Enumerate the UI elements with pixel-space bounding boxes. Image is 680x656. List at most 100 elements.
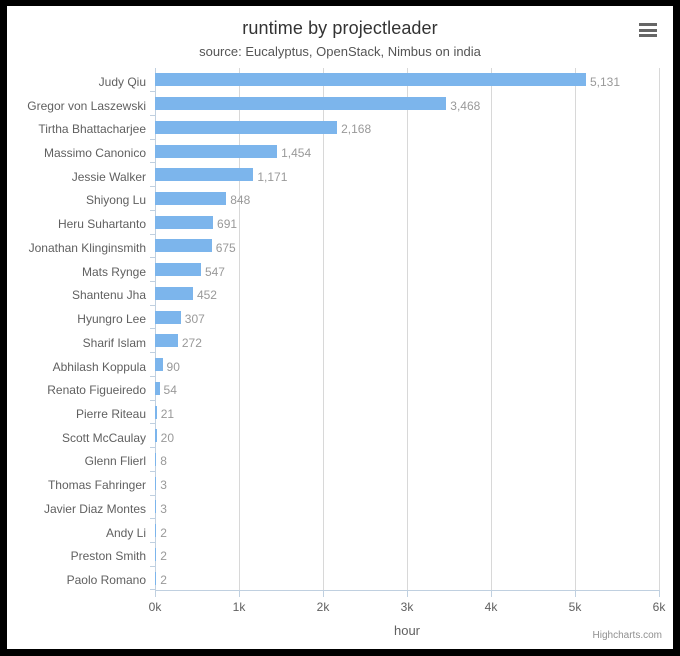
x-axis-tick <box>239 591 240 597</box>
category-label: Glenn Flierl <box>84 454 146 469</box>
bar-row: Preston Smith 2 <box>71 543 659 567</box>
bar-row: Andy Li 2 <box>106 519 659 544</box>
x-axis-tick-label: 6k <box>652 600 666 614</box>
x-axis-tick <box>407 591 408 597</box>
category-label: Paolo Romano <box>66 573 146 588</box>
bar-value-label: 2 <box>160 573 167 588</box>
x-axis-title: hour <box>393 623 421 638</box>
chart-subtitle: source: Eucalyptus, OpenStack, Nimbus on… <box>199 44 481 59</box>
category-label: Jonathan Klinginsmith <box>28 240 146 255</box>
bar-value-label: 272 <box>181 335 202 350</box>
x-axis-tick-label: 3k <box>400 600 414 614</box>
bar[interactable] <box>155 239 212 253</box>
bar[interactable] <box>155 120 338 134</box>
category-label: Thomas Fahringer <box>47 478 146 493</box>
bar-row: Jonathan Klinginsmith 675 <box>29 234 659 259</box>
x-axis-tick <box>491 591 492 597</box>
bar-row: Shantenu Jha 452 <box>72 282 659 306</box>
x-axis-tick-label: 1k <box>232 600 246 614</box>
bar-row: Renato Figueiredo 54 <box>47 376 659 401</box>
bar-value-label: 3,468 <box>450 98 481 113</box>
bar[interactable] <box>155 286 193 300</box>
category-label: Hyungro Lee <box>77 312 146 327</box>
bar-value-label: 5,131 <box>590 74 621 89</box>
bar[interactable] <box>155 310 181 324</box>
bar[interactable] <box>155 452 157 466</box>
bar-row: Shiyong Lu 848 <box>86 187 659 211</box>
chart-title: runtime by projectleader <box>242 18 438 38</box>
bar[interactable] <box>155 73 586 87</box>
bar-value-label: 2 <box>160 525 167 540</box>
bar[interactable] <box>155 144 278 158</box>
bar[interactable] <box>155 191 227 205</box>
bar-value-label: 1,454 <box>281 146 312 161</box>
bar[interactable] <box>155 168 254 182</box>
bar-row: Mats Rynge 547 <box>82 258 659 283</box>
bar[interactable] <box>155 405 157 419</box>
bar-value-label: 20 <box>160 430 175 445</box>
bar-value-label: 452 <box>196 288 217 303</box>
category-label: Massimo Canonico <box>43 146 146 161</box>
bar[interactable] <box>155 358 163 372</box>
bar-value-label: 1,171 <box>257 169 288 184</box>
category-label: Tirtha Bhattacharjee <box>38 122 146 137</box>
bar-row: Javier Diaz Montes 3 <box>44 495 659 520</box>
bar-value-label: 691 <box>217 217 238 232</box>
bar-row: Tirtha Bhattacharjee 2,168 <box>38 115 659 140</box>
bar[interactable] <box>155 334 178 348</box>
bar-value-label: 3 <box>160 478 167 493</box>
bar-row: Glenn Flierl 8 <box>85 448 659 472</box>
bar[interactable] <box>155 524 157 538</box>
x-axis-tick-label: 2k <box>316 600 330 614</box>
bar-value-label: 54 <box>163 383 177 398</box>
bar-row: Sharif Islam 272 <box>83 329 659 354</box>
bar[interactable] <box>155 476 157 490</box>
bar-row: Paolo Romano 2 <box>67 566 659 591</box>
bar-row: Judy Qiu 5,131 <box>99 68 659 93</box>
bar-value-label: 8 <box>160 454 167 469</box>
bar[interactable] <box>155 500 157 514</box>
bar-row: Massimo Canonico 1,454 <box>44 139 659 164</box>
x-axis-tick <box>155 591 156 597</box>
x-axis-tick <box>323 591 324 597</box>
bar-row: Heru Suhartanto 691 <box>58 210 659 235</box>
x-axis-tick <box>659 591 660 597</box>
plot-inner: Judy Qiu 5,131 Gregor von Laszewski 3,468 Ti… <box>27 68 665 638</box>
bar-row: Jessie Walker 1,171 <box>72 163 659 188</box>
category-label: Judy Qiu <box>98 74 146 89</box>
hamburger-bar-1 <box>639 23 657 26</box>
bar[interactable] <box>155 547 157 561</box>
gridline <box>659 68 660 590</box>
bar[interactable] <box>155 381 160 395</box>
category-label: Shantenu Jha <box>71 288 146 303</box>
chart-container: runtime by projectleader source: Eucalyp… <box>7 6 673 649</box>
bar-value-label: 2,168 <box>341 122 372 137</box>
category-label: Javier Diaz Montes <box>43 501 146 516</box>
bar-row: Abhilash Koppula 90 <box>53 353 659 377</box>
bar[interactable] <box>155 215 214 229</box>
bar-value-label: 3 <box>160 501 167 516</box>
x-axis-tick-label: 0k <box>148 600 162 614</box>
bar-value-label: 675 <box>215 240 236 255</box>
plot-area: Judy Qiu 5,131 Gregor von Laszewski 3,468 Ti… <box>27 68 665 638</box>
bar[interactable] <box>155 97 447 111</box>
category-label: Scott McCaulay <box>61 430 146 445</box>
category-label: Sharif Islam <box>82 335 146 350</box>
bar-row: Gregor von Laszewski 3,468 <box>27 92 659 116</box>
hamburger-menu-icon[interactable] <box>636 19 660 41</box>
bar-value-label: 307 <box>184 312 205 327</box>
x-axis-tick-label: 4k <box>484 600 498 614</box>
category-label: Abhilash Koppula <box>52 359 146 374</box>
category-label: Andy Li <box>105 525 146 540</box>
category-label: Heru Suhartanto <box>57 217 146 232</box>
hamburger-bar-2 <box>639 28 657 32</box>
bar[interactable] <box>155 571 157 585</box>
category-label: Mats Rynge <box>81 264 146 279</box>
category-label: Renato Figueiredo <box>47 383 146 398</box>
category-label: Pierre Riteau <box>75 407 146 422</box>
bar-row: Pierre Riteau 21 <box>76 400 659 425</box>
category-label: Gregor von Laszewski <box>27 98 146 113</box>
bar[interactable] <box>155 263 201 277</box>
bar[interactable] <box>155 429 157 443</box>
x-axis-tick-label: 5k <box>568 600 582 614</box>
